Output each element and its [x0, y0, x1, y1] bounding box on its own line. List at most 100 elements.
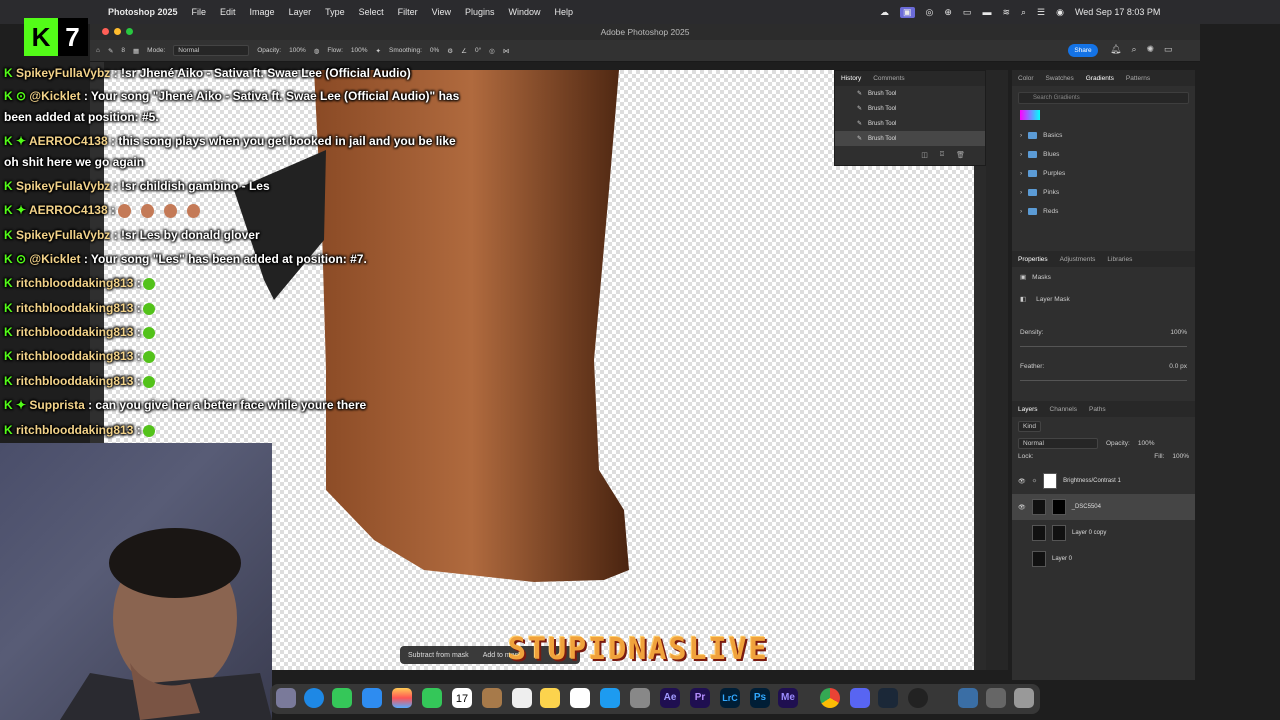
- tab-adjustments[interactable]: Adjustments: [1060, 256, 1096, 263]
- smoothing-value[interactable]: 0%: [430, 47, 439, 54]
- discover-icon[interactable]: ✺: [1146, 44, 1154, 55]
- lightroom-classic-icon[interactable]: LrC: [720, 688, 740, 708]
- layer-filter-kind[interactable]: Kind: [1018, 421, 1042, 432]
- facetime-icon[interactable]: [422, 688, 442, 708]
- chrome-icon[interactable]: [820, 688, 840, 708]
- opacity-value[interactable]: 100%: [289, 47, 306, 54]
- app-grid-icon[interactable]: [986, 688, 1006, 708]
- discord-icon[interactable]: [850, 688, 870, 708]
- gradient-search-input[interactable]: Search Gradients: [1018, 92, 1189, 104]
- tab-paths[interactable]: Paths: [1089, 406, 1106, 413]
- reminders-icon[interactable]: [512, 688, 532, 708]
- mail-icon[interactable]: [362, 688, 382, 708]
- notes-app-icon[interactable]: [482, 688, 502, 708]
- safari-icon[interactable]: [304, 688, 324, 708]
- media-encoder-icon[interactable]: Me: [778, 688, 798, 708]
- menu-window[interactable]: Window: [509, 7, 541, 17]
- wifi-icon[interactable]: ≋: [1002, 7, 1010, 18]
- feather-slider[interactable]: [1020, 380, 1187, 381]
- siri-icon[interactable]: ◉: [1056, 7, 1064, 18]
- gear-icon[interactable]: ⚙: [447, 47, 453, 55]
- pressure-size-icon[interactable]: ◎: [489, 47, 495, 55]
- share-button[interactable]: Share: [1068, 44, 1098, 57]
- density-slider[interactable]: [1020, 346, 1187, 347]
- menu-select[interactable]: Select: [359, 7, 384, 17]
- fill-value[interactable]: 100%: [1172, 453, 1189, 460]
- stickies-icon[interactable]: [540, 688, 560, 708]
- photos-icon[interactable]: [392, 688, 412, 708]
- downloads-icon[interactable]: [958, 688, 978, 708]
- tab-libraries[interactable]: Libraries: [1107, 256, 1132, 263]
- globe-icon[interactable]: ⊕: [944, 7, 952, 18]
- gradient-group-purples[interactable]: › Purples: [1012, 164, 1195, 183]
- density-value[interactable]: 100%: [1170, 329, 1187, 336]
- gradient-group-reds[interactable]: › Reds: [1012, 202, 1195, 221]
- layer-opacity-value[interactable]: 100%: [1138, 440, 1155, 447]
- tab-history[interactable]: History: [841, 75, 861, 82]
- creative-cloud-icon[interactable]: ☁: [880, 7, 889, 18]
- control-icon[interactable]: ◎: [926, 7, 934, 18]
- snapshot-icon[interactable]: ◫: [921, 151, 928, 159]
- obs-icon[interactable]: [908, 688, 928, 708]
- history-item[interactable]: ✎ Brush Tool: [835, 116, 985, 131]
- layer-row[interactable]: Layer 0: [1012, 546, 1195, 572]
- photoshop-icon[interactable]: Ps: [750, 688, 770, 708]
- symmetry-icon[interactable]: ⋈: [503, 47, 510, 55]
- freeform-icon[interactable]: [570, 688, 590, 708]
- tab-comments[interactable]: Comments: [873, 75, 904, 82]
- display-icon[interactable]: ▭: [963, 7, 972, 18]
- brush-size-text[interactable]: 8: [121, 47, 125, 54]
- calendar-icon[interactable]: 17: [452, 688, 472, 708]
- feather-value[interactable]: 0.0 px: [1169, 363, 1187, 370]
- tab-patterns[interactable]: Patterns: [1126, 75, 1150, 82]
- trash-icon[interactable]: 🗑︎: [956, 151, 965, 159]
- search-icon[interactable]: ⌕: [1131, 44, 1136, 55]
- tab-color[interactable]: Color: [1018, 75, 1034, 82]
- camera-icon[interactable]: ⌼: [940, 151, 944, 159]
- menu-file[interactable]: File: [192, 7, 207, 17]
- steam-icon[interactable]: [878, 688, 898, 708]
- airbrush-icon[interactable]: ✦: [376, 47, 381, 55]
- brush-settings-icon[interactable]: ▦: [133, 47, 139, 55]
- bell-icon[interactable]: 🔔︎: [1110, 44, 1121, 55]
- menu-edit[interactable]: Edit: [220, 7, 236, 17]
- menu-layer[interactable]: Layer: [289, 7, 312, 17]
- gradient-preset-swatch[interactable]: [1020, 110, 1040, 120]
- layer-row[interactable]: Layer 0 copy: [1012, 520, 1195, 546]
- mode-dropdown[interactable]: Normal: [173, 45, 250, 56]
- pressure-opacity-icon[interactable]: ◍: [314, 47, 320, 55]
- menu-plugins[interactable]: Plugins: [465, 7, 495, 17]
- angle-icon[interactable]: ∠: [461, 47, 467, 55]
- tab-layers[interactable]: Layers: [1018, 406, 1038, 413]
- gradient-group-pinks[interactable]: › Pinks: [1012, 183, 1195, 202]
- flow-value[interactable]: 100%: [351, 47, 368, 54]
- workspace-icon[interactable]: ▭: [1164, 44, 1173, 55]
- app-store-icon[interactable]: [600, 688, 620, 708]
- launchpad-icon[interactable]: [276, 688, 296, 708]
- tab-channels[interactable]: Channels: [1050, 406, 1077, 413]
- app-menu[interactable]: Photoshop 2025: [108, 7, 178, 17]
- battery-icon[interactable]: ▬: [982, 7, 991, 17]
- screen-record-icon[interactable]: ▣: [900, 6, 915, 18]
- premiere-icon[interactable]: Pr: [690, 688, 710, 708]
- messages-icon[interactable]: [332, 688, 352, 708]
- history-item[interactable]: ✎ Brush Tool: [835, 101, 985, 116]
- minimize-window-button[interactable]: [114, 28, 121, 35]
- gradient-group-basics[interactable]: › Basics: [1012, 126, 1195, 145]
- blend-mode-dropdown[interactable]: Normal: [1018, 438, 1098, 449]
- search-icon[interactable]: ⌕: [1021, 7, 1026, 18]
- tab-properties[interactable]: Properties: [1018, 256, 1048, 263]
- trash-icon[interactable]: [1014, 688, 1034, 708]
- gradient-group-blues[interactable]: › Blues: [1012, 145, 1195, 164]
- angle-value[interactable]: 0°: [475, 47, 481, 54]
- eye-icon[interactable]: 👁︎: [1018, 504, 1026, 511]
- settings-icon[interactable]: [630, 688, 650, 708]
- layer-row[interactable]: 👁︎ ☼ Brightness/Contrast 1: [1012, 468, 1195, 494]
- layer-row-selected[interactable]: 👁︎ _DSC5504: [1012, 494, 1195, 520]
- close-window-button[interactable]: [102, 28, 109, 35]
- menu-help[interactable]: Help: [555, 7, 574, 17]
- maximize-window-button[interactable]: [126, 28, 133, 35]
- brush-preset-icon[interactable]: ✎: [108, 47, 113, 55]
- history-item-current[interactable]: ✎ Brush Tool: [835, 131, 985, 146]
- menu-type[interactable]: Type: [325, 7, 345, 17]
